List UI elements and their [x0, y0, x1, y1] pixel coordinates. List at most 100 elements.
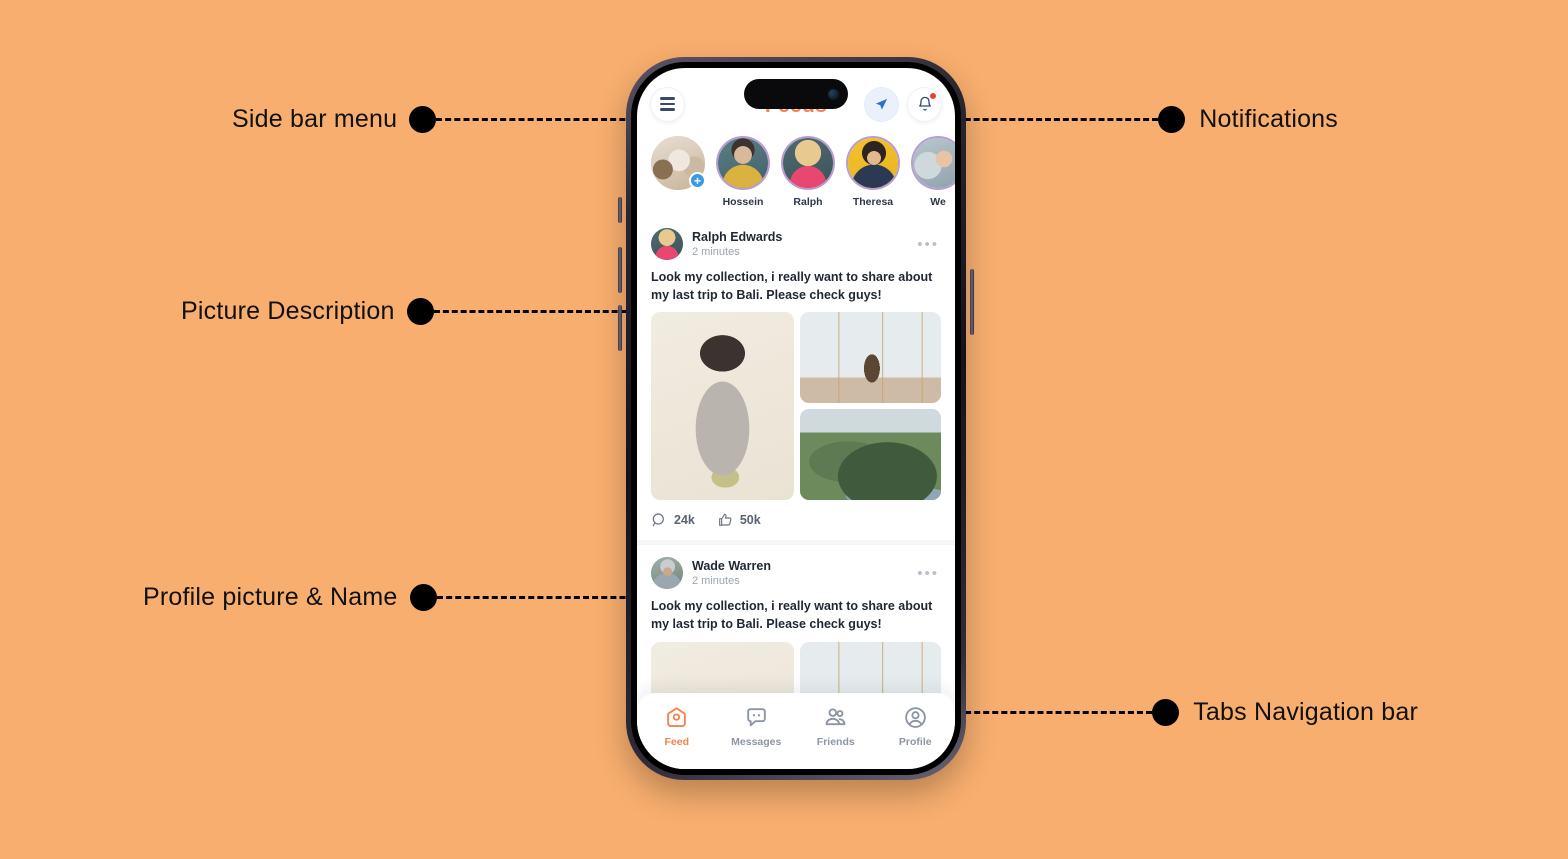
annotation-tabs-navigation-bar: Tabs Navigation bar	[938, 698, 1418, 727]
volume-up-button[interactable]	[618, 247, 622, 293]
tab-label: Profile	[898, 736, 932, 748]
feed-list: Ralph Edwards 2 minutes ••• Look my coll…	[637, 216, 955, 769]
avatar-photo	[651, 557, 683, 590]
story-item-ralph[interactable]: Ralph	[781, 136, 835, 208]
post-meta: Ralph Edwards 2 minutes	[692, 230, 908, 258]
story-item-theresa[interactable]: Theresa	[846, 136, 900, 208]
gallery-photo	[651, 312, 795, 501]
story-ring: +	[651, 136, 706, 190]
header-actions	[865, 87, 941, 121]
comment-icon	[652, 513, 664, 527]
story-name: Hossein	[722, 196, 764, 208]
profile-icon	[904, 707, 926, 728]
silent-switch[interactable]	[618, 197, 622, 223]
post-author-name: Ralph Edwards	[692, 230, 783, 244]
story-ring	[716, 136, 770, 190]
story-photo	[913, 138, 955, 188]
like-count: 50k	[739, 513, 761, 528]
send-message-button[interactable]	[865, 87, 898, 121]
tab-label: Feed	[664, 736, 689, 748]
annotation-dot	[406, 298, 434, 325]
more-options-icon[interactable]: •••	[917, 565, 941, 582]
story-ring	[846, 136, 900, 190]
post-header: Ralph Edwards 2 minutes •••	[651, 222, 941, 264]
chat-icon	[746, 708, 766, 727]
story-item-we[interactable]: We	[911, 136, 955, 208]
tab-label: Messages	[731, 736, 782, 748]
gallery-image-3[interactable]	[800, 409, 941, 501]
avatar	[783, 138, 833, 188]
notifications-button[interactable]	[908, 87, 941, 121]
avatar	[913, 138, 955, 188]
add-story-icon[interactable]: +	[689, 172, 706, 189]
annotation-profile-picture-name: Profile picture & Name	[143, 583, 662, 612]
more-options-icon[interactable]: •••	[917, 236, 941, 253]
annotation-label: Profile picture & Name	[143, 583, 398, 611]
gallery-photo	[800, 409, 941, 501]
gallery-column	[800, 312, 941, 501]
paper-plane-icon	[875, 98, 888, 110]
comment-stat[interactable]: 24k	[651, 512, 695, 528]
annotation-dot	[1152, 699, 1180, 726]
annotation-label: Picture Description	[181, 297, 395, 325]
post-timestamp: 2 minutes	[692, 246, 740, 258]
story-ring	[781, 136, 835, 190]
friends-icon	[825, 708, 846, 726]
story-name: We	[930, 196, 946, 208]
avatar	[848, 138, 898, 188]
front-camera-icon	[828, 88, 839, 100]
story-ring	[911, 136, 955, 190]
annotation-leader-line	[938, 711, 1153, 714]
phone-screen: Feeds	[637, 68, 955, 769]
avatar[interactable]	[651, 228, 683, 260]
story-photo	[718, 138, 768, 188]
post-stats: 24k 50k	[651, 500, 941, 540]
story-name: Ralph	[793, 196, 823, 208]
feed-post: Ralph Edwards 2 minutes ••• Look my coll…	[637, 216, 955, 546]
annotation-label: Tabs Navigation bar	[1193, 698, 1418, 726]
tab-friends[interactable]: Friends	[802, 705, 870, 748]
story-photo	[848, 138, 898, 188]
story-item-hossein[interactable]: Hossein	[716, 136, 770, 208]
gallery-image-2[interactable]	[800, 312, 941, 404]
tab-profile[interactable]: Profile	[881, 705, 949, 748]
story-name: Theresa	[852, 196, 894, 208]
hamburger-menu-icon	[660, 97, 675, 111]
post-description: Look my collection, i really want to sha…	[651, 270, 933, 303]
post-author-name: Wade Warren	[692, 559, 771, 574]
annotation-picture-description: Picture Description	[181, 297, 662, 326]
post-gallery	[651, 312, 941, 501]
notification-badge-dot	[929, 91, 937, 100]
avatar	[718, 138, 768, 188]
annotation-dot	[1158, 106, 1186, 133]
dynamic-island	[744, 79, 848, 109]
annotation-label: Side bar menu	[232, 105, 398, 133]
annotation-label: Notifications	[1199, 105, 1338, 133]
post-meta: Wade Warren 2 minutes	[692, 559, 908, 587]
tab-feed[interactable]: Feed	[643, 705, 711, 748]
post-timestamp: 2 minutes	[692, 575, 740, 588]
phone-mockup: Feeds	[618, 57, 974, 780]
annotation-dot	[409, 584, 437, 611]
tab-messages[interactable]: Messages	[722, 705, 790, 748]
phone-bezel: Feeds	[631, 62, 961, 775]
annotation-side-bar-menu: Side bar menu	[232, 105, 662, 134]
like-stat[interactable]: 50k	[717, 512, 761, 528]
gallery-image-1[interactable]	[651, 312, 795, 501]
comment-count: 24k	[674, 513, 695, 528]
avatar[interactable]	[651, 557, 683, 590]
gallery-photo	[800, 312, 941, 404]
thumbs-up-icon	[718, 514, 732, 527]
tab-label: Friends	[816, 736, 855, 748]
avatar-photo	[651, 228, 683, 260]
annotation-leader-line	[938, 118, 1159, 121]
sidebar-menu-button[interactable]	[651, 87, 684, 121]
story-item-add[interactable]: +	[651, 136, 706, 208]
post-description: Look my collection, i really want to sha…	[651, 599, 933, 632]
stories-row[interactable]: + Hossein Ralph Theresa We	[637, 130, 955, 216]
tabs-navigation-bar: Feed Messages Friends Profile	[637, 693, 955, 769]
annotation-dot	[409, 106, 437, 133]
story-photo	[783, 138, 833, 188]
power-button[interactable]	[970, 269, 974, 335]
volume-down-button[interactable]	[618, 305, 622, 351]
